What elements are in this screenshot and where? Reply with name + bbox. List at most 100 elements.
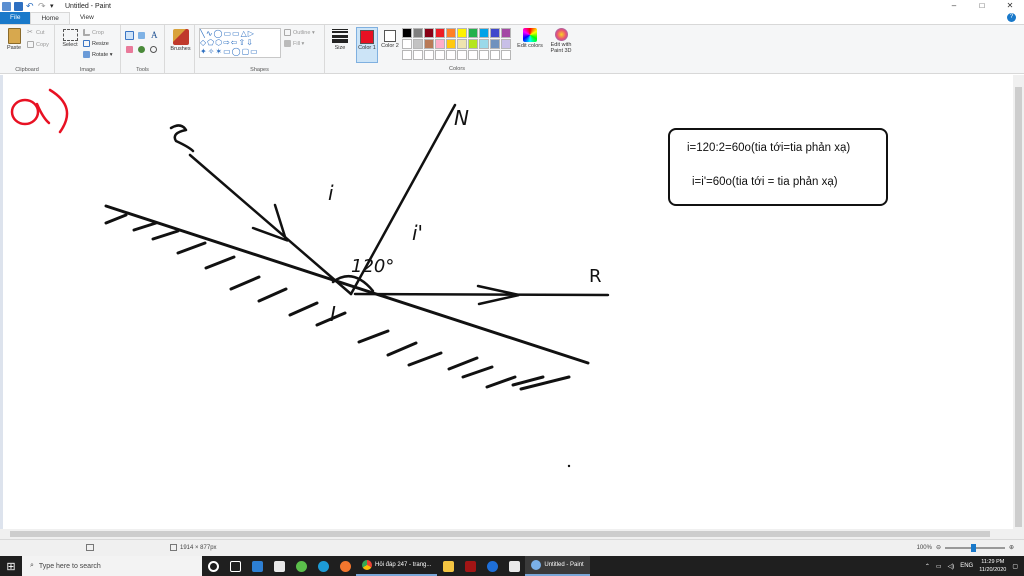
zoom-slider-knob[interactable] bbox=[970, 543, 976, 552]
grid-app-button[interactable] bbox=[503, 556, 525, 576]
vertical-scrollbar[interactable] bbox=[1013, 75, 1024, 529]
color-swatch[interactable] bbox=[402, 50, 412, 60]
pencil-icon[interactable] bbox=[125, 31, 134, 40]
close-button[interactable]: ✕ bbox=[996, 0, 1024, 12]
canvas-size-text: 1914 × 877px bbox=[180, 544, 217, 551]
rotate-button[interactable]: Rotate ▾ bbox=[83, 51, 113, 58]
color-swatch[interactable] bbox=[468, 28, 478, 38]
color-swatch[interactable] bbox=[479, 50, 489, 60]
size-button[interactable]: Size bbox=[328, 28, 352, 51]
color1-button[interactable]: Color 1 bbox=[356, 27, 378, 63]
paint-app-icon bbox=[2, 1, 11, 11]
color-swatch[interactable] bbox=[413, 50, 423, 60]
fill-bucket-icon[interactable] bbox=[138, 32, 145, 39]
language-indicator[interactable]: ENG bbox=[960, 563, 973, 569]
cut-button[interactable]: ✂ Cut bbox=[27, 29, 45, 36]
undo-icon[interactable]: ↶ bbox=[26, 1, 35, 11]
volume-icon[interactable]: ◁) bbox=[948, 563, 955, 570]
color-swatch[interactable] bbox=[413, 39, 423, 49]
tab-view[interactable]: View bbox=[70, 12, 104, 24]
tab-home[interactable]: Home bbox=[30, 12, 70, 24]
color-swatch[interactable] bbox=[501, 28, 511, 38]
blue-app-button[interactable] bbox=[481, 556, 503, 576]
taskbar-search[interactable]: ⌕ Type here to search bbox=[22, 556, 202, 576]
vertical-scroll-thumb[interactable] bbox=[1015, 87, 1022, 527]
tray-chevron-icon[interactable]: ⌃ bbox=[925, 563, 930, 570]
edit-colors-button[interactable]: Edit colors bbox=[517, 28, 543, 49]
color-swatch[interactable] bbox=[424, 50, 434, 60]
mail-icon bbox=[251, 560, 263, 572]
color-swatch[interactable] bbox=[402, 28, 412, 38]
scissors-icon: ✂ bbox=[27, 29, 33, 36]
store-button[interactable] bbox=[268, 556, 290, 576]
app-button-green[interactable] bbox=[290, 556, 312, 576]
color-swatch[interactable] bbox=[435, 50, 445, 60]
color-swatch[interactable] bbox=[479, 39, 489, 49]
shapes-gallery[interactable]: ╲∿◯▭▭△▷ ◇⬠⬡⇨⇦⇧⇩ ✦✧✶▭◯▢▭ bbox=[199, 28, 281, 58]
maximize-button[interactable]: □ bbox=[968, 0, 996, 12]
edit-with-paint3d-button[interactable]: Edit with Paint 3D bbox=[546, 28, 576, 54]
color-swatch[interactable] bbox=[446, 50, 456, 60]
select-button[interactable]: Select bbox=[60, 29, 80, 48]
color-swatch[interactable] bbox=[424, 39, 434, 49]
paste-button[interactable]: Paste bbox=[4, 28, 24, 51]
color-swatch[interactable] bbox=[501, 39, 511, 49]
brushes-button[interactable]: Brushes bbox=[168, 29, 193, 52]
color-swatch[interactable] bbox=[479, 28, 489, 38]
crop-button[interactable]: Crop bbox=[83, 29, 104, 36]
redo-icon[interactable]: ↷ bbox=[38, 1, 47, 11]
clock[interactable]: 11:29 PM 11/20/2020 bbox=[979, 558, 1006, 574]
customize-dropdown-icon[interactable]: ▾ bbox=[50, 2, 59, 11]
color-swatch[interactable] bbox=[501, 50, 511, 60]
notifications-icon[interactable]: ▢ bbox=[1012, 563, 1018, 570]
red-app-button[interactable] bbox=[459, 556, 481, 576]
color-swatch[interactable] bbox=[424, 28, 434, 38]
zoom-out-icon[interactable]: ⊖ bbox=[936, 544, 941, 551]
task-view-icon bbox=[229, 560, 241, 572]
label-n: N bbox=[454, 106, 469, 130]
network-icon[interactable]: ▭ bbox=[936, 563, 942, 570]
color-swatch[interactable] bbox=[490, 50, 500, 60]
color-swatch[interactable] bbox=[490, 39, 500, 49]
fill-dropdown[interactable]: Fill ▾ bbox=[284, 40, 304, 47]
color-swatch[interactable] bbox=[457, 50, 467, 60]
help-icon[interactable]: ? bbox=[1007, 13, 1016, 22]
color-swatch[interactable] bbox=[413, 28, 423, 38]
color-swatch[interactable] bbox=[457, 39, 467, 49]
s-glyph bbox=[169, 124, 195, 153]
task-view-button[interactable] bbox=[224, 556, 246, 576]
zoom-slider[interactable] bbox=[944, 543, 1005, 552]
minimize-button[interactable]: – bbox=[940, 0, 968, 12]
horizontal-scrollbar[interactable] bbox=[0, 529, 1024, 539]
start-button[interactable]: ⊞ bbox=[0, 556, 22, 576]
resize-button[interactable]: Resize bbox=[83, 40, 109, 47]
zoom-in-icon[interactable]: ⊕ bbox=[1009, 544, 1014, 551]
horizontal-scroll-thumb[interactable] bbox=[10, 531, 990, 537]
edge-button[interactable] bbox=[312, 556, 334, 576]
color-swatch[interactable] bbox=[446, 28, 456, 38]
eraser-icon[interactable] bbox=[126, 46, 133, 53]
taskbar-app-paint[interactable]: Untitled - Paint bbox=[525, 556, 590, 576]
cortana-button[interactable] bbox=[202, 556, 224, 576]
color-swatch[interactable] bbox=[490, 28, 500, 38]
color2-button[interactable]: Color 2 bbox=[380, 27, 400, 49]
outline-dropdown[interactable]: Outline ▾ bbox=[284, 29, 315, 36]
color-swatch[interactable] bbox=[435, 39, 445, 49]
color-swatch[interactable] bbox=[468, 50, 478, 60]
color-picker-icon[interactable] bbox=[138, 46, 145, 53]
color-swatch[interactable] bbox=[457, 28, 467, 38]
save-icon[interactable] bbox=[14, 1, 23, 11]
color-swatch[interactable] bbox=[446, 39, 456, 49]
color-swatch[interactable] bbox=[468, 39, 478, 49]
color-swatch[interactable] bbox=[435, 28, 445, 38]
firefox-button[interactable] bbox=[334, 556, 356, 576]
text-tool-icon[interactable]: A bbox=[151, 30, 158, 40]
tab-file[interactable]: File bbox=[0, 12, 31, 24]
taskbar-app-chrome[interactable]: Hỏi đáp 247 - trang... bbox=[356, 556, 438, 576]
mail-button[interactable] bbox=[246, 556, 268, 576]
color-swatch[interactable] bbox=[402, 39, 412, 49]
magnifier-icon[interactable] bbox=[150, 46, 157, 53]
drawing-canvas[interactable]: S N R I i i' 120° i=120:2=60o(tia tới=ti… bbox=[3, 75, 1013, 529]
file-explorer-button[interactable] bbox=[437, 556, 459, 576]
copy-button[interactable]: Copy bbox=[27, 41, 49, 48]
